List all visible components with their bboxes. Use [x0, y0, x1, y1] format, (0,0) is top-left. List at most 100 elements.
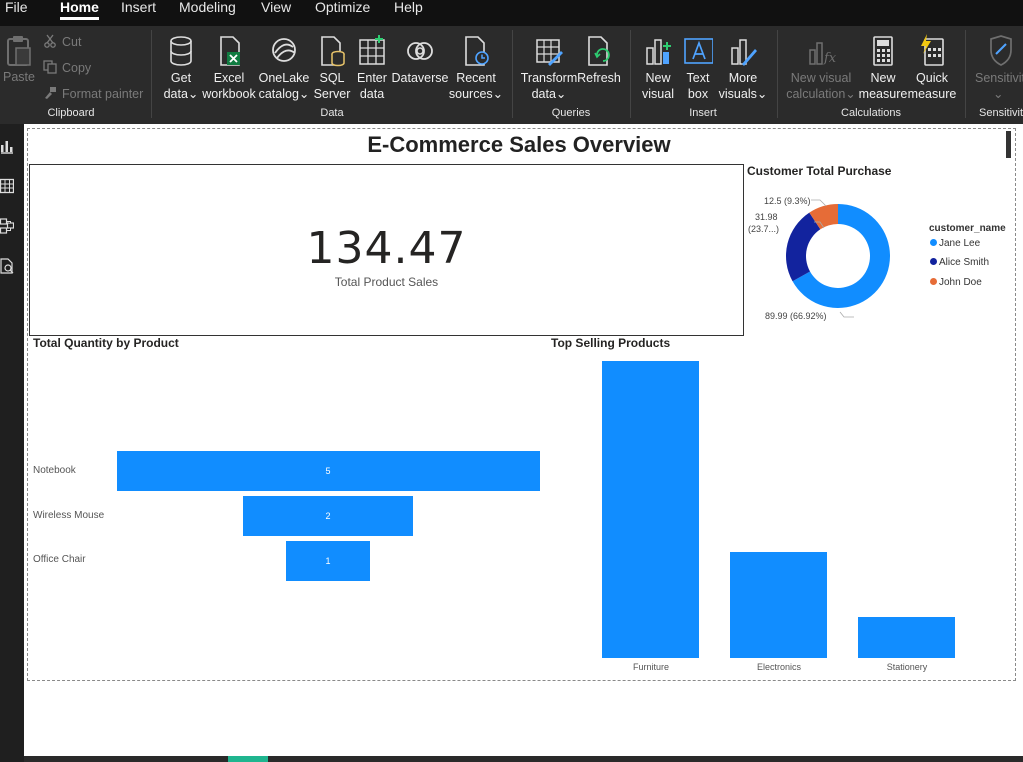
text-box-icon: [684, 38, 713, 64]
paste-icon: [7, 36, 31, 66]
paste-button[interactable]: Paste: [0, 32, 49, 104]
dax-query-view-icon[interactable]: [0, 258, 14, 274]
home-ribbon: Paste Cut Copy Format painter Clipboard …: [0, 26, 1023, 124]
visual-calculation-icon: fx: [809, 42, 836, 66]
column-bar-furniture[interactable]: [602, 361, 699, 658]
svg-text:fx: fx: [823, 51, 836, 66]
donut-leader-lines: [811, 199, 854, 318]
legend-label: John Doe: [939, 277, 982, 288]
column-bar-electronics[interactable]: [730, 552, 827, 658]
active-page-tab[interactable]: [228, 756, 268, 762]
legend-item-jane-lee[interactable]: Jane Lee: [930, 238, 980, 249]
data-group-label: Data: [320, 107, 344, 119]
onelake-icon: [272, 38, 296, 62]
legend-item-alice-smith[interactable]: Alice Smith: [930, 257, 989, 268]
funnel-bar-wireless-mouse[interactable]: 2: [243, 496, 413, 536]
funnel-chart-title: Total Quantity by Product: [33, 336, 179, 350]
recent-sources-icon: [465, 36, 489, 66]
donut-chart-title: Customer Total Purchase: [747, 164, 892, 178]
clipboard-group-label: Clipboard: [47, 107, 95, 119]
report-canvas[interactable]: E-Commerce Sales Overview 134.47 Total P…: [24, 124, 1023, 756]
page-tabs-bar: [24, 756, 1023, 762]
calculations-group-label: Calculations: [841, 107, 901, 119]
funnel-bar-notebook[interactable]: 5: [116, 451, 540, 491]
funnel-category-notebook: Notebook: [33, 465, 76, 476]
legend-item-john-doe[interactable]: John Doe: [930, 277, 982, 288]
menu-modeling[interactable]: Modeling: [179, 0, 236, 26]
sensitivity-chevron: ⌄: [993, 87, 1004, 101]
funnel-bar-office-chair[interactable]: 1: [285, 541, 371, 581]
paintbrush-icon: [45, 87, 56, 99]
more-visuals-label-2: visuals⌄: [718, 87, 768, 101]
format-painter-button[interactable]: Format painter: [43, 84, 143, 104]
column-label-electronics: Electronics: [756, 662, 801, 672]
more-visuals-icon: [731, 39, 757, 66]
donut-legend-title: customer_name: [929, 223, 1006, 234]
excel-icon: [220, 36, 240, 66]
legend-label: Jane Lee: [939, 238, 981, 249]
more-visuals-label-1: More: [728, 71, 758, 85]
donut-label-jane-lee: 89.99 (66.92%): [765, 311, 827, 321]
recent-sources-button[interactable]: Recent sources⌄: [446, 32, 506, 104]
total-sales-card[interactable]: 134.47 Total Product Sales: [29, 164, 744, 336]
menu-file[interactable]: File: [5, 0, 28, 26]
format-painter-label: Format painter: [62, 87, 144, 101]
legend-dot: [930, 239, 937, 246]
donut-label-john-doe: 12.5 (9.3%): [764, 196, 811, 206]
column-label-furniture: Furniture: [632, 662, 669, 672]
scissors-icon: [44, 34, 56, 48]
menu-home[interactable]: Home: [60, 0, 99, 26]
menu-help[interactable]: Help: [394, 0, 423, 26]
quick-measure-icon: [921, 34, 944, 66]
power-bi-desktop-window: File Home Insert Modeling View Optimize …: [0, 0, 1023, 762]
column-label-stationery: Stationery: [886, 662, 928, 672]
column-chart-title: Top Selling Products: [551, 336, 671, 350]
card-label: Total Product Sales: [334, 275, 439, 289]
calculator-icon: [873, 36, 893, 66]
transform-data-icon: [536, 39, 563, 66]
queries-group-label: Queries: [551, 107, 591, 119]
sensitivity-shield-icon: [990, 35, 1012, 66]
quick-measure-label-1: Quick: [916, 71, 948, 85]
legend-dot: [930, 278, 937, 285]
canvas-scrollbar[interactable]: [1006, 131, 1011, 158]
report-view-icon[interactable]: [0, 138, 14, 154]
more-visuals-button[interactable]: More visuals⌄: [713, 32, 773, 104]
cut-button[interactable]: Cut: [43, 32, 81, 52]
column-bar-stationery[interactable]: [858, 616, 955, 658]
legend-dot: [930, 258, 937, 265]
copy-button[interactable]: Copy: [43, 58, 91, 78]
funnel-category-office-chair: Office Chair: [33, 554, 86, 565]
copy-icon: [43, 60, 57, 74]
funnel-category-wireless-mouse: Wireless Mouse: [33, 510, 105, 521]
model-view-icon[interactable]: [0, 218, 14, 234]
new-visual-calculation-button[interactable]: fx New visual calculation⌄: [786, 32, 856, 104]
menu-optimize[interactable]: Optimize: [315, 0, 370, 26]
refresh-icon: [588, 36, 610, 66]
ribbon-separator: [965, 30, 966, 118]
menu-insert[interactable]: Insert: [121, 0, 156, 26]
recent-sources-label-2: sources⌄: [448, 87, 504, 101]
menu-view[interactable]: View: [261, 0, 291, 26]
sensitivity-label: Sensitivit: [975, 71, 1023, 85]
menu-bar: File Home Insert Modeling View Optimize …: [0, 0, 1023, 26]
recent-sources-label-1: Recent: [456, 71, 496, 85]
ribbon-separator: [777, 30, 778, 118]
dataverse-icon: [407, 42, 433, 60]
report-title: E-Commerce Sales Overview: [367, 132, 671, 157]
quick-measure-button[interactable]: Quick measure: [902, 32, 962, 104]
sensitivity-group-label: Sensitivity: [979, 107, 1023, 119]
donut-label-alice-smith-pct: (23.7...): [748, 224, 780, 234]
view-rail: [0, 124, 24, 762]
insert-group-label: Insert: [689, 107, 717, 119]
copy-label: Copy: [62, 61, 92, 75]
database-icon: [170, 36, 192, 66]
card-value: 134.47: [306, 223, 467, 274]
legend-label: Alice Smith: [939, 257, 990, 268]
table-grid-icon: [359, 35, 385, 65]
donut-label-alice-smith-value: 31.98: [755, 212, 778, 222]
cut-label: Cut: [62, 35, 82, 49]
sensitivity-button[interactable]: Sensitivit ⌄: [973, 32, 1023, 104]
table-view-icon[interactable]: [0, 178, 14, 194]
quick-measure-label-2: measure: [907, 87, 957, 101]
